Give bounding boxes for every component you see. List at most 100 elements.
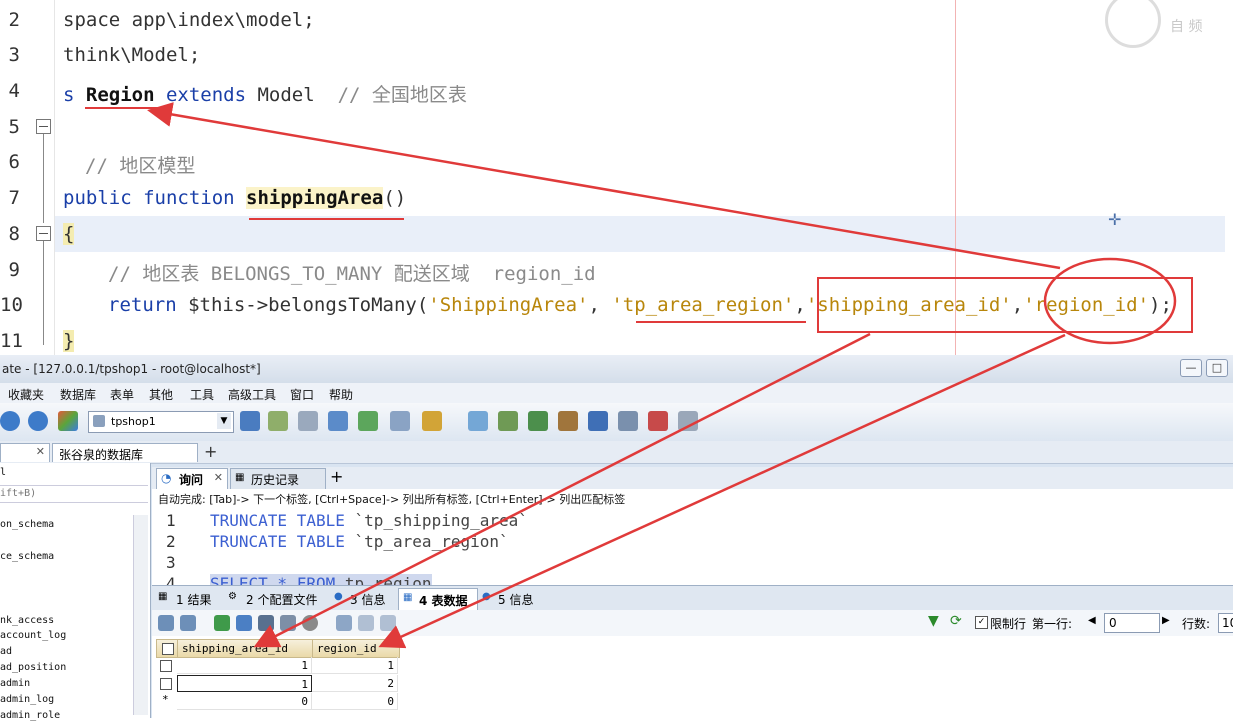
select-all-header[interactable] bbox=[156, 639, 179, 658]
function-icon[interactable] bbox=[328, 411, 348, 431]
schedule-icon[interactable] bbox=[498, 411, 518, 431]
data-grid[interactable]: shipping_area_id region_id 1 1 1 2 * 0 0 bbox=[152, 636, 1233, 718]
watermark: 自 频 bbox=[1170, 19, 1203, 35]
cell[interactable]: 2 bbox=[312, 675, 398, 692]
save-icon[interactable] bbox=[258, 615, 274, 631]
maximize-button[interactable]: □ bbox=[1206, 359, 1228, 377]
tab-result[interactable]: ▦ 1 结果 bbox=[158, 588, 222, 609]
cell[interactable]: 1 bbox=[312, 657, 398, 674]
tree-item[interactable]: on_schema bbox=[0, 519, 54, 530]
stop-icon[interactable] bbox=[302, 615, 318, 631]
chart-icon[interactable] bbox=[648, 411, 668, 431]
first-row-input[interactable]: 0 bbox=[1104, 613, 1160, 633]
tree-item[interactable]: admin bbox=[0, 678, 30, 689]
event-icon[interactable] bbox=[358, 411, 378, 431]
text-view-icon[interactable] bbox=[380, 615, 396, 631]
tree-scrollbar[interactable] bbox=[133, 515, 148, 715]
chevron-right-icon[interactable]: ▶ bbox=[1162, 615, 1170, 626]
objects-icon[interactable] bbox=[58, 411, 78, 431]
row-checkbox[interactable] bbox=[160, 660, 172, 672]
tree-item[interactable]: admin_log bbox=[0, 694, 54, 705]
tab-info-2[interactable]: ● 5 信息 bbox=[482, 588, 542, 609]
grid-view-icon[interactable] bbox=[336, 615, 352, 631]
export-icon[interactable] bbox=[180, 615, 196, 631]
annotation-box bbox=[817, 277, 1193, 333]
fold-toggle-icon[interactable] bbox=[36, 119, 51, 134]
tab-table-data[interactable]: ▦ 4 表数据 bbox=[398, 588, 478, 610]
menu-tools[interactable]: 工具 bbox=[190, 386, 214, 403]
menu-advanced-tools[interactable]: 高级工具 bbox=[228, 386, 276, 403]
sql-editor[interactable]: 1 TRUNCATE TABLE `tp_shipping_area` 2 TR… bbox=[152, 507, 1233, 585]
tab-history[interactable]: ▦ 历史记录 bbox=[230, 468, 326, 489]
tree-item[interactable]: ad_position bbox=[0, 662, 66, 673]
add-row-icon[interactable] bbox=[214, 615, 230, 631]
tree-item[interactable]: nk_access bbox=[0, 615, 54, 626]
first-row-label: 第一行: bbox=[1032, 617, 1073, 631]
code-editor[interactable]: 2 3 4 5 6 7 8 9 10 11 space app\index\mo… bbox=[0, 0, 1233, 355]
menu-bar: 收藏夹 数据库 表单 其他 工具 高级工具 窗口 帮助 bbox=[0, 383, 1233, 403]
delete-icon[interactable] bbox=[280, 615, 296, 631]
close-icon[interactable]: ✕ bbox=[214, 471, 223, 484]
tree-item[interactable]: account_log bbox=[0, 630, 66, 641]
model-icon[interactable] bbox=[528, 411, 548, 431]
menu-form[interactable]: 表单 bbox=[110, 386, 134, 403]
back-icon[interactable] bbox=[0, 411, 20, 431]
tree-item[interactable]: ce_schema bbox=[0, 551, 54, 562]
chevron-left-icon[interactable]: ◀ bbox=[1088, 615, 1096, 626]
rows-input[interactable]: 10 bbox=[1218, 613, 1233, 633]
connection-tab[interactable]: ✕ bbox=[0, 443, 50, 462]
menu-other[interactable]: 其他 bbox=[149, 386, 173, 403]
structure-sync-icon[interactable] bbox=[618, 411, 638, 431]
form-view-icon[interactable] bbox=[358, 615, 374, 631]
select-all-checkbox[interactable] bbox=[162, 643, 174, 655]
menu-help[interactable]: 帮助 bbox=[329, 386, 353, 403]
row-checkbox[interactable] bbox=[160, 678, 172, 690]
new-view-icon[interactable] bbox=[298, 411, 318, 431]
add-tab-icon[interactable]: + bbox=[330, 467, 343, 486]
sql-keyword: TRUNCATE TABLE bbox=[210, 511, 355, 530]
database-select[interactable]: tpshop1 ▼ bbox=[88, 411, 234, 433]
column-header[interactable]: region_id bbox=[312, 639, 400, 658]
menu-database[interactable]: 数据库 bbox=[60, 386, 96, 403]
tree-item[interactable]: ad bbox=[0, 646, 12, 657]
refresh-icon[interactable] bbox=[236, 615, 252, 631]
cell[interactable]: 1 bbox=[177, 675, 312, 692]
tab-label: 4 表数据 bbox=[419, 594, 468, 608]
line-number: 10 bbox=[0, 294, 23, 316]
data-transfer-icon[interactable] bbox=[558, 411, 578, 431]
grid-icon[interactable] bbox=[678, 411, 698, 431]
tab-info[interactable]: ● 3 信息 bbox=[334, 588, 394, 609]
refresh-circle-icon[interactable]: ⟳ bbox=[950, 613, 962, 629]
limit-rows-checkbox[interactable]: ✓ bbox=[975, 616, 988, 629]
menu-favorites[interactable]: 收藏夹 bbox=[8, 386, 44, 403]
close-icon[interactable]: ✕ bbox=[36, 445, 45, 458]
tab-label: 1 结果 bbox=[176, 593, 212, 607]
fold-toggle-icon[interactable] bbox=[36, 226, 51, 241]
rows-label: 行数: bbox=[1182, 617, 1211, 631]
minimize-button[interactable]: — bbox=[1180, 359, 1202, 377]
cell[interactable]: 0 bbox=[312, 693, 398, 710]
cell[interactable]: 0 bbox=[177, 693, 312, 710]
filter-input[interactable]: ift+B) bbox=[0, 485, 148, 503]
connection-tab-active[interactable]: 张谷泉的数据库 bbox=[52, 443, 198, 462]
new-table-icon[interactable] bbox=[268, 411, 288, 431]
user-icon[interactable] bbox=[240, 411, 260, 431]
report-icon[interactable] bbox=[422, 411, 442, 431]
import-icon[interactable] bbox=[158, 615, 174, 631]
column-header[interactable]: shipping_area_id bbox=[177, 639, 314, 658]
filter-icon[interactable]: ▼ bbox=[928, 613, 939, 629]
window-titlebar: ate - [127.0.0.1/tpshop1 - root@localhos… bbox=[0, 355, 1233, 383]
tab-query[interactable]: ◔ 询问 ✕ bbox=[156, 468, 228, 489]
menu-window[interactable]: 窗口 bbox=[290, 386, 314, 403]
forward-icon[interactable] bbox=[28, 411, 48, 431]
code-line-4: s Region extends Model // 全国地区表 bbox=[63, 80, 467, 107]
data-sync-icon[interactable] bbox=[588, 411, 608, 431]
tab-profile[interactable]: ⚙ 2 个配置文件 bbox=[228, 588, 328, 609]
add-tab-icon[interactable]: + bbox=[204, 442, 217, 461]
query-icon[interactable] bbox=[390, 411, 410, 431]
tree-item[interactable]: l bbox=[0, 467, 6, 478]
cell[interactable]: 1 bbox=[177, 657, 312, 674]
object-tree[interactable]: l ift+B) on_schema ce_schema nk_access a… bbox=[0, 463, 151, 721]
backup-icon[interactable] bbox=[468, 411, 488, 431]
tree-item[interactable]: admin_role bbox=[0, 710, 60, 721]
